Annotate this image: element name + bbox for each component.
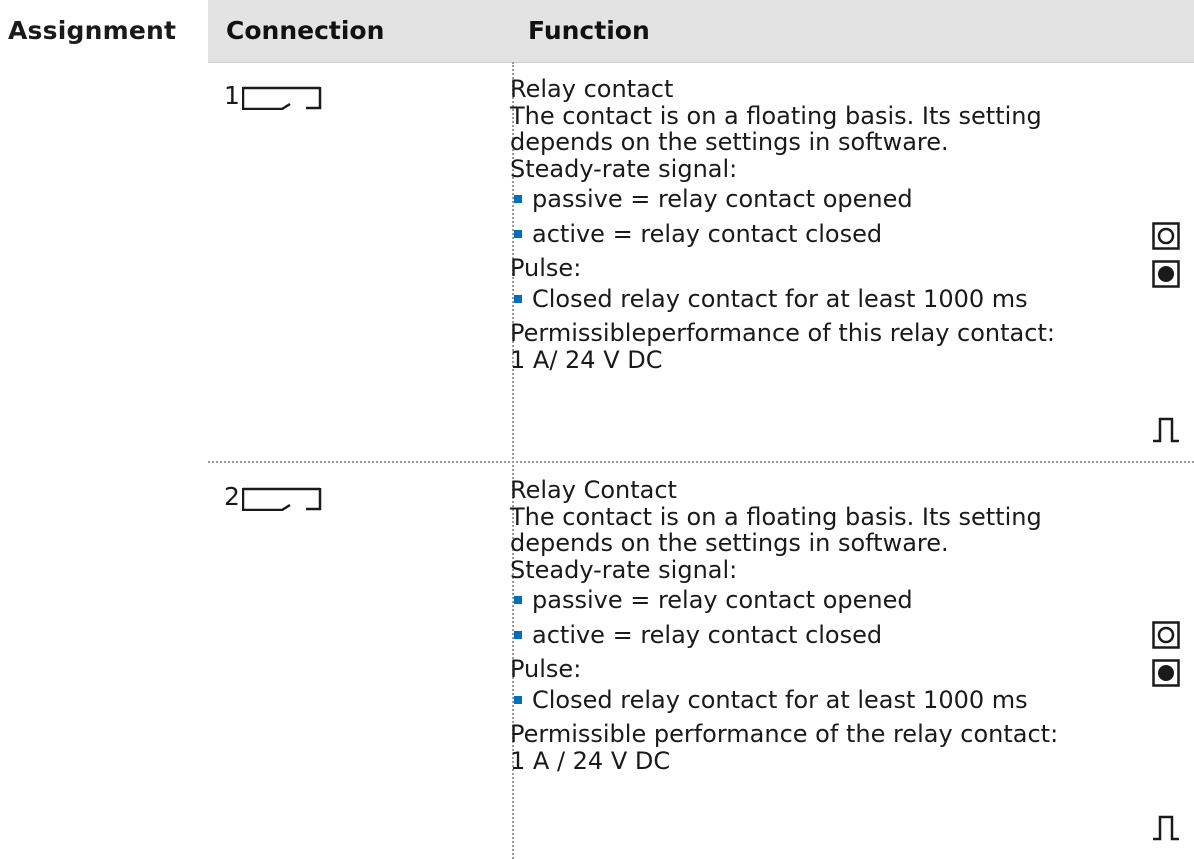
active-closed-icon xyxy=(1152,659,1180,687)
function-cell: Relay contact The contact is on a floati… xyxy=(510,76,1130,373)
list-item: passive = relay contact opened xyxy=(510,186,1130,213)
steady-label: Steady-rate signal: xyxy=(510,154,738,183)
table-row: 2 Relay Contact The contact is on a floa… xyxy=(208,463,1194,859)
connection-number: 1 xyxy=(224,81,240,110)
connection-cell: 2 xyxy=(224,483,334,511)
function-title: Relay contact xyxy=(510,75,674,103)
performance-value: 1 A / 24 V DC xyxy=(510,746,671,775)
list-item: active = relay contact closed xyxy=(510,220,1130,248)
column-header-function: Function xyxy=(528,16,650,45)
steady-label: Steady-rate signal: xyxy=(510,555,738,584)
description-line: The contact is on a floating basis. Its … xyxy=(510,101,1042,130)
passive-open-icon xyxy=(1152,222,1180,250)
pulse-icon xyxy=(1153,815,1179,841)
column-header-connection: Connection xyxy=(226,16,385,45)
active-closed-icon xyxy=(1152,260,1180,288)
list-item: passive = relay contact opened xyxy=(510,587,1130,614)
connection-number: 2 xyxy=(224,482,240,511)
relay-contact-symbol-icon xyxy=(241,487,322,511)
pulse-label: Pulse: xyxy=(510,254,582,282)
performance-label: Permissible performance of the relay con… xyxy=(510,720,1059,748)
function-title: Relay Contact xyxy=(510,476,677,504)
connection-cell: 1 xyxy=(224,82,334,110)
section-label: Assignment xyxy=(8,16,177,45)
description-line: The contact is on a floating basis. Its … xyxy=(510,502,1042,531)
list-item: active = relay contact closed xyxy=(510,621,1130,649)
table-row: 1 Relay contact The contact is on a floa… xyxy=(208,62,1194,460)
pulse-icon xyxy=(1153,417,1179,443)
description-line: depends on the settings in software. xyxy=(510,128,949,156)
description-line: depends on the settings in software. xyxy=(510,529,949,557)
list-item: Closed relay contact for at least 1000 m… xyxy=(510,686,1130,714)
performance-label: Permissibleperformance of this relay con… xyxy=(510,319,1055,347)
pulse-label: Pulse: xyxy=(510,655,582,683)
table-header: Connection Function xyxy=(208,0,1194,63)
relay-contact-symbol-icon xyxy=(241,86,322,110)
list-item: Closed relay contact for at least 1000 m… xyxy=(510,285,1130,313)
performance-value: 1 A/ 24 V DC xyxy=(510,345,663,374)
function-cell: Relay Contact The contact is on a floati… xyxy=(510,477,1130,774)
passive-open-icon xyxy=(1152,621,1180,649)
